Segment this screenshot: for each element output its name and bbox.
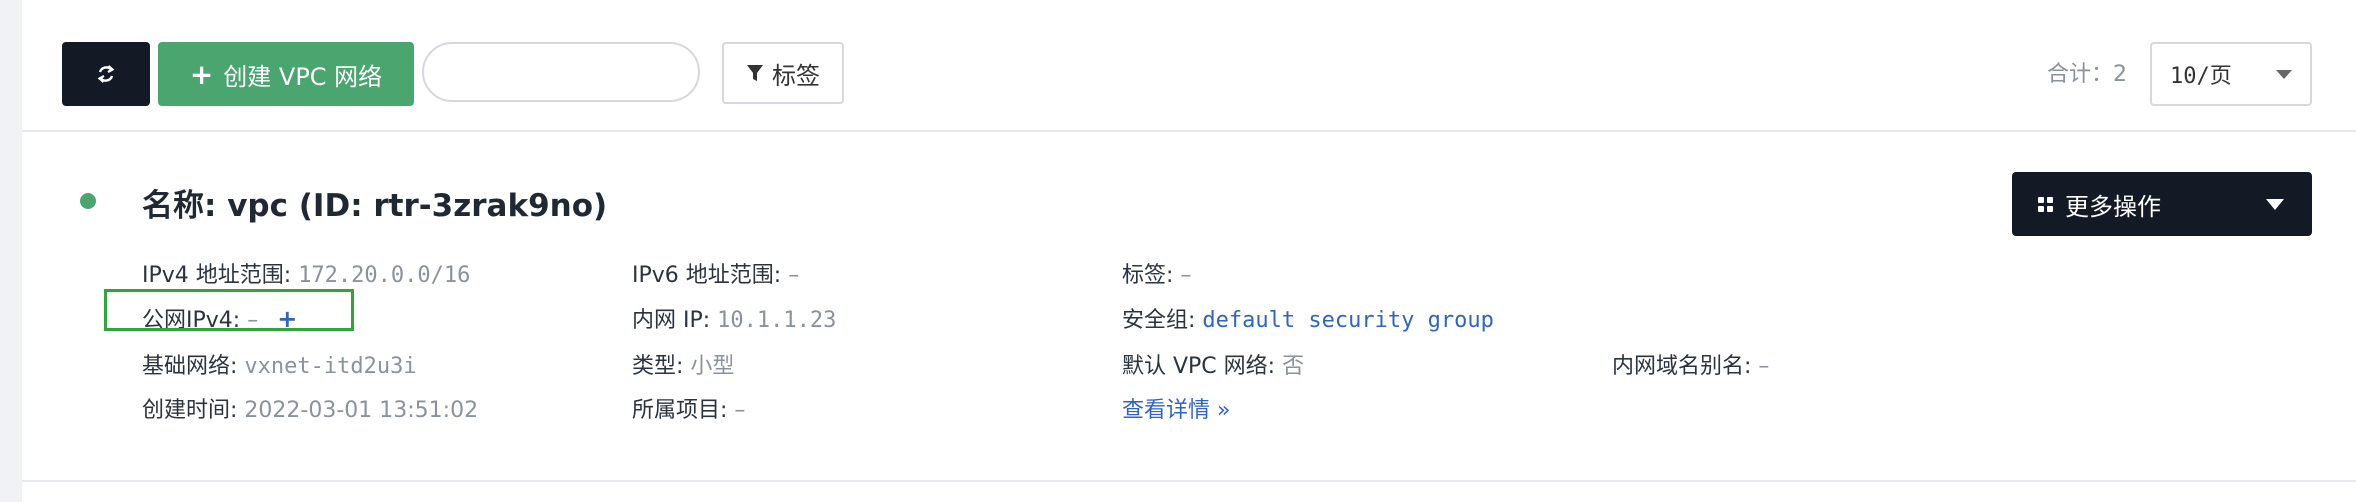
search-input[interactable] <box>422 42 700 102</box>
tags-label: 标签: <box>1122 263 1174 288</box>
vpc-title: 名称: vpc (ID: rtr-3zrak9no) <box>142 188 608 224</box>
ipv4-range-label: IPv4 地址范围: <box>142 263 292 288</box>
ipv4-range-value: 172.20.0.0/16 <box>298 263 471 288</box>
security-group-label: 安全组: <box>1122 308 1196 333</box>
view-details-link[interactable]: 查看详情 » <box>1122 398 1230 423</box>
chevron-down-icon <box>2276 70 2292 79</box>
created-time-field: 创建时间: 2022-03-01 13:51:02 <box>142 392 478 424</box>
tag-filter-label: 标签 <box>772 61 820 90</box>
created-time-label: 创建时间: <box>142 398 238 423</box>
refresh-button[interactable] <box>62 42 150 106</box>
security-group-field: 安全组: default security group <box>1122 302 1494 334</box>
status-indicator <box>80 193 96 209</box>
default-vpc-label: 默认 VPC 网络: <box>1122 354 1276 379</box>
main-panel: + 创建 VPC 网络 标签 合计：2 10/页 名称: vpc (ID: rt… <box>22 0 2356 502</box>
created-time-value: 2022-03-01 13:51:02 <box>244 398 479 423</box>
base-network-value: vxnet-itd2u3i <box>244 354 417 379</box>
inner-ip-label: 内网 IP: <box>632 308 711 333</box>
project-label: 所属项目: <box>632 398 728 423</box>
default-vpc-value: 否 <box>1282 354 1305 379</box>
page-size-select[interactable]: 10/页 <box>2150 42 2312 106</box>
ipv4-range-field: IPv4 地址范围: 172.20.0.0/16 <box>142 257 470 289</box>
internal-domain-alias-field: 内网域名别名: – <box>1612 348 1769 380</box>
type-label: 类型: <box>632 354 684 379</box>
type-field: 类型: 小型 <box>632 348 734 380</box>
default-vpc-field: 默认 VPC 网络: 否 <box>1122 348 1304 380</box>
internal-domain-alias-label: 内网域名别名: <box>1612 354 1752 379</box>
refresh-icon <box>97 65 115 83</box>
filter-icon <box>747 65 763 81</box>
highlight-box <box>104 289 354 331</box>
security-group-link[interactable]: default security group <box>1202 308 1493 333</box>
page-size-value: 10/页 <box>2170 64 2232 89</box>
tag-filter-button[interactable]: 标签 <box>722 42 844 104</box>
tags-value: – <box>1180 263 1192 288</box>
tags-field: 标签: – <box>1122 257 1191 289</box>
inner-ip-value: 10.1.1.23 <box>717 308 837 333</box>
project-value: – <box>734 398 746 423</box>
base-network-label: 基础网络: <box>142 354 238 379</box>
vpc-card: 名称: vpc (ID: rtr-3zrak9no) 更多操作 IPv4 地址范… <box>22 130 2356 482</box>
grid-icon <box>2038 196 2053 212</box>
type-value: 小型 <box>690 354 735 379</box>
project-field: 所属项目: – <box>632 392 745 424</box>
ipv6-range-field: IPv6 地址范围: – <box>632 257 799 289</box>
inner-ip-field: 内网 IP: 10.1.1.23 <box>632 302 836 334</box>
details-field: 查看详情 » <box>1122 392 1230 424</box>
toolbar: + 创建 VPC 网络 标签 合计：2 10/页 <box>22 0 2356 132</box>
internal-domain-alias-value: – <box>1758 354 1770 379</box>
more-actions-button[interactable]: 更多操作 <box>2012 172 2312 236</box>
create-vpc-button[interactable]: + 创建 VPC 网络 <box>158 42 414 106</box>
create-vpc-label: 创建 VPC 网络 <box>223 62 383 91</box>
total-count: 合计：2 <box>2047 62 2127 87</box>
caret-down-icon <box>2266 199 2284 210</box>
base-network-field: 基础网络: vxnet-itd2u3i <box>142 348 417 380</box>
plus-icon: + <box>189 57 214 91</box>
ipv6-range-label: IPv6 地址范围: <box>632 263 782 288</box>
ipv6-range-value: – <box>788 263 800 288</box>
more-actions-label: 更多操作 <box>2065 192 2161 221</box>
